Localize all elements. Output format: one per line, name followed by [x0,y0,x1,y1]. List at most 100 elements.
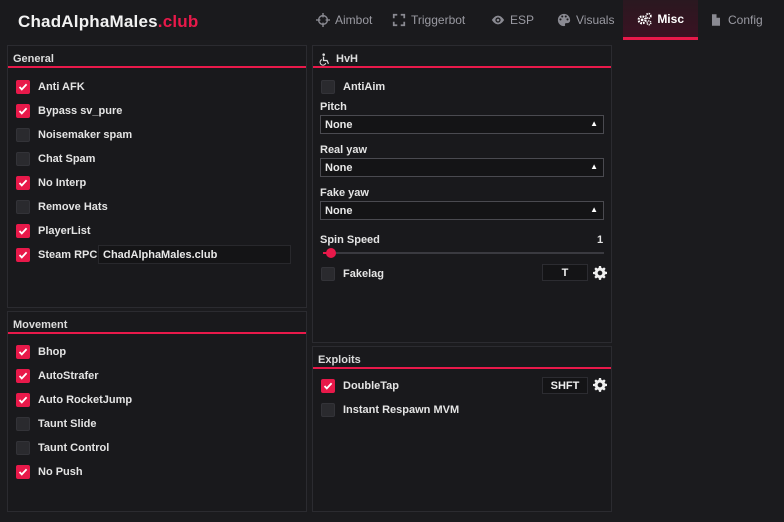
spin-speed-value: 1 [597,234,604,246]
playerlist-row[interactable]: PlayerList [16,223,91,239]
noisemaker-spam-label: Noisemaker spam [38,129,133,141]
slider-thumb[interactable] [326,248,337,258]
tab-label: Config [728,13,763,27]
autostrafer-label: AutoStrafer [38,370,99,382]
gear-icon[interactable] [593,378,607,392]
tab-label: ESP [510,13,535,27]
check-icon [18,468,28,476]
pitch-select[interactable]: None ▲ [320,115,604,134]
taunt-control-checkbox[interactable] [16,441,30,455]
check-icon [18,107,28,115]
steam-rpc-input[interactable]: ChadAlphaMales.club [98,245,291,264]
palette-icon [557,13,571,27]
brand-accent: .club [157,12,199,31]
hvh-title: HvH [313,46,611,68]
bypass-sv-pure-checkbox[interactable] [16,104,30,118]
tab-aimbot[interactable]: Aimbot [316,0,372,40]
spin-speed-slider[interactable] [323,248,604,258]
autostrafer-checkbox[interactable] [16,369,30,383]
auto-rocketjump-checkbox[interactable] [16,393,30,407]
doubletap-label: DoubleTap [343,380,400,392]
hvh-panel: HvH AntiAim Pitch None ▲ Real yaw None ▲ F… [312,45,612,343]
instant-respawn-row[interactable]: Instant Respawn MVM [321,402,459,418]
autostrafer-row[interactable]: AutoStrafer [16,368,99,384]
caret-up-icon: ▲ [590,162,598,171]
bypass-sv-pure-row[interactable]: Bypass sv_pure [16,103,122,119]
tab-label: Triggerbot [411,13,466,27]
check-icon [18,251,28,259]
taunt-slide-label: Taunt Slide [38,418,97,430]
instant-respawn-checkbox[interactable] [321,403,335,417]
tab-triggerbot[interactable]: Triggerbot [392,0,465,40]
chat-spam-label: Chat Spam [38,153,96,165]
no-push-row[interactable]: No Push [16,464,83,480]
frame-icon [392,13,406,27]
general-title: General [8,46,306,68]
taunt-slide-checkbox[interactable] [16,417,30,431]
doubletap-row[interactable]: DoubleTap [321,378,399,394]
check-icon [18,179,28,187]
noisemaker-spam-checkbox[interactable] [16,128,30,142]
anti-afk-row[interactable]: Anti AFK [16,79,85,95]
eye-icon [491,15,505,25]
auto-rocketjump-label: Auto RocketJump [38,394,133,406]
remove-hats-row[interactable]: Remove Hats [16,199,108,215]
movement-title: Movement [8,312,306,334]
caret-up-icon: ▲ [590,119,598,128]
taunt-control-row[interactable]: Taunt Control [16,440,109,456]
check-icon [323,382,333,390]
tab-label: Misc [657,11,684,26]
fakelag-row[interactable]: Fakelag [321,266,384,282]
bhop-row[interactable]: Bhop [16,344,66,360]
crosshair-icon [316,13,330,27]
tab-misc[interactable]: Misc [623,0,698,40]
steam-rpc-row[interactable]: Steam RPC [16,247,97,263]
tab-visuals[interactable]: Visuals [557,0,614,40]
antiaim-row[interactable]: AntiAim [321,79,385,95]
exploits-title: Exploits [313,347,611,369]
chat-spam-checkbox[interactable] [16,152,30,166]
doubletap-key-button[interactable]: SHFT [542,377,588,394]
antiaim-checkbox[interactable] [321,80,335,94]
check-icon [18,83,28,91]
general-panel: General Anti AFK Bypass sv_pure Noisemaker… [7,45,307,308]
no-interp-checkbox[interactable] [16,176,30,190]
tab-config[interactable]: Config [709,0,763,40]
tab-label: Aimbot [335,13,373,27]
fake-yaw-label: Fake yaw [320,187,369,199]
playerlist-checkbox[interactable] [16,224,30,238]
spin-speed-label: Spin Speed [320,234,380,246]
fakelag-checkbox[interactable] [321,267,335,281]
bhop-label: Bhop [38,346,67,358]
real-yaw-label: Real yaw [320,144,368,156]
steam-rpc-checkbox[interactable] [16,248,30,262]
real-yaw-select[interactable]: None ▲ [320,158,604,177]
bypass-sv-pure-label: Bypass sv_pure [38,105,123,117]
file-icon [711,13,721,27]
tab-label: Visuals [576,13,615,27]
bhop-checkbox[interactable] [16,345,30,359]
fake-yaw-select[interactable]: None ▲ [320,201,604,220]
pitch-label: Pitch [320,101,347,113]
doubletap-checkbox[interactable] [321,379,335,393]
wheelchair-icon [319,52,330,66]
caret-up-icon: ▲ [590,205,598,214]
top-bar: ChadAlphaMales.club Aimbot Triggerbot ES… [0,0,784,40]
anti-afk-checkbox[interactable] [16,80,30,94]
tab-esp[interactable]: ESP [491,0,534,40]
no-interp-row[interactable]: No Interp [16,175,86,191]
chat-spam-row[interactable]: Chat Spam [16,151,95,167]
taunt-slide-row[interactable]: Taunt Slide [16,416,96,432]
playerlist-label: PlayerList [38,225,91,237]
no-push-label: No Push [38,466,83,478]
noisemaker-spam-row[interactable]: Noisemaker spam [16,127,132,143]
no-interp-label: No Interp [38,177,87,189]
remove-hats-checkbox[interactable] [16,200,30,214]
auto-rocketjump-row[interactable]: Auto RocketJump [16,392,132,408]
movement-panel: Movement Bhop AutoStrafer Auto RocketJump T… [7,311,307,512]
fakelag-key-button[interactable]: T [542,264,588,281]
gear-icon[interactable] [593,266,607,280]
brand-logo: ChadAlphaMales.club [18,12,198,32]
check-icon [18,396,28,404]
no-push-checkbox[interactable] [16,465,30,479]
